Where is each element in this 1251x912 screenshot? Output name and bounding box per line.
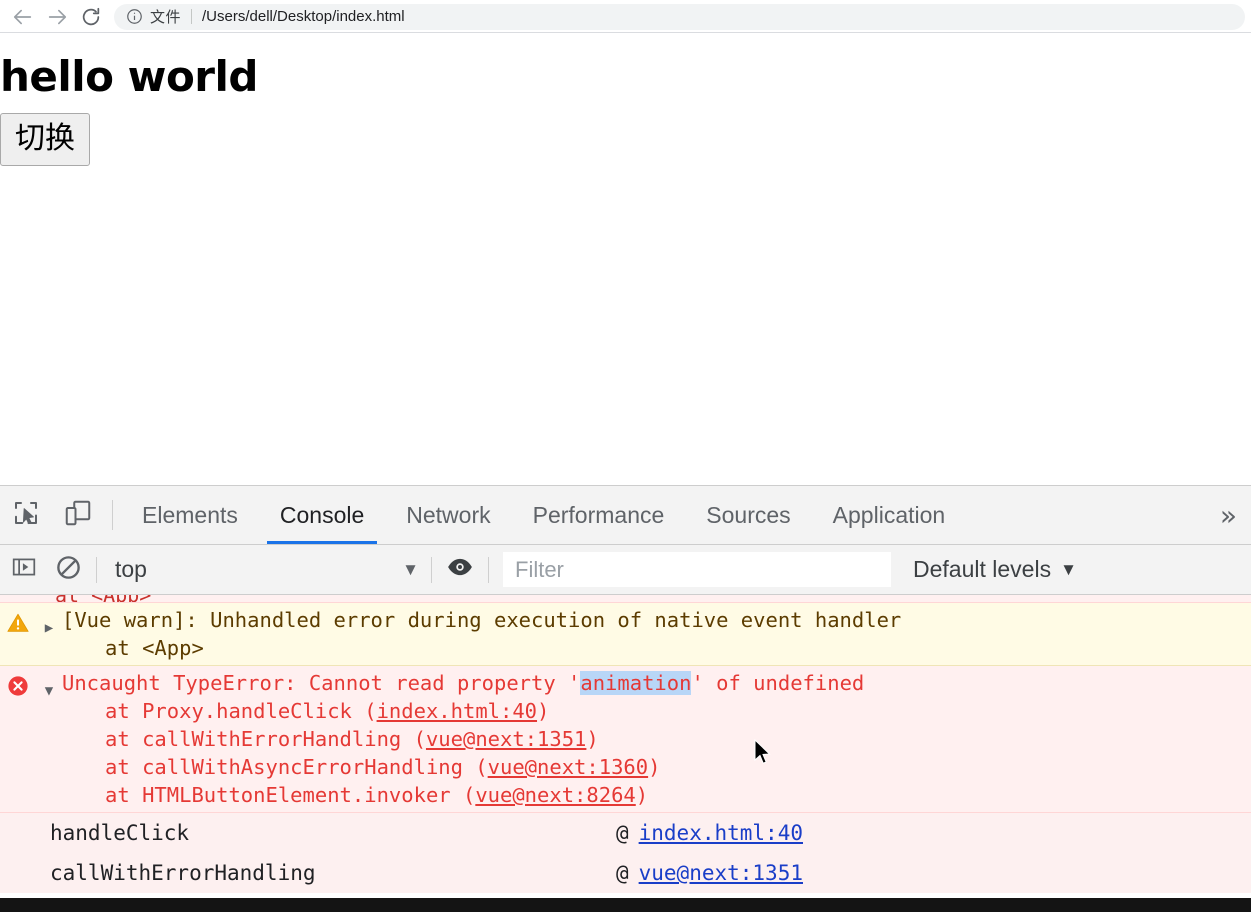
error-stack-line: at Proxy.handleClick (index.html:40) [62, 697, 1241, 725]
console-toolbar-divider-3 [488, 557, 489, 583]
forward-button[interactable] [40, 3, 74, 31]
log-levels-dropdown[interactable]: Default levels ▼ [913, 556, 1077, 583]
tab-performance[interactable]: Performance [512, 486, 686, 544]
stack-source-link[interactable]: vue@next:1351 [426, 727, 586, 751]
stack-frame-link[interactable]: vue@next:1351 [639, 859, 803, 887]
stack-source-link[interactable]: index.html:40 [377, 699, 537, 723]
stack-frame-location: @ vue@next:1351 [616, 859, 1251, 887]
error-stack-line: at callWithAsyncErrorHandling (vue@next:… [62, 753, 1241, 781]
devtools-panel: Elements Console Network Performance Sou… [0, 485, 1251, 912]
tab-label: Application [833, 502, 946, 529]
page-viewport: hello world 切换 [0, 33, 1251, 485]
omnibox-url-text: /Users/dell/Desktop/index.html [202, 8, 405, 25]
inspect-element-button[interactable] [0, 486, 52, 544]
stack-frame-list: handleClick @ index.html:40 callWithErro… [0, 813, 1251, 893]
tab-label: Elements [142, 502, 238, 529]
error-headline-highlight: animation [580, 671, 691, 695]
devtools-tabbar: Elements Console Network Performance Sou… [0, 486, 1251, 545]
tab-sources[interactable]: Sources [685, 486, 811, 544]
log-levels-value: Default levels [913, 556, 1051, 583]
stack-source-link[interactable]: vue@next:1360 [488, 755, 648, 779]
stack-prefix: at Proxy.handleClick ( [105, 699, 377, 723]
live-expression-eye-icon [446, 553, 474, 586]
error-headline-pre: Uncaught TypeError: Cannot read property… [62, 671, 580, 695]
omnibox-scheme-label: 文件 [150, 6, 181, 27]
stack-frame-link[interactable]: index.html:40 [639, 819, 803, 847]
stack-suffix: ) [537, 699, 549, 723]
tab-label: Network [406, 502, 490, 529]
bottom-edge-bar [0, 898, 1251, 912]
tab-network[interactable]: Network [385, 486, 511, 544]
execution-context-dropdown[interactable]: top ▼ [103, 556, 425, 583]
tab-label: Performance [533, 502, 665, 529]
stack-prefix: at HTMLButtonElement.invoker ( [105, 783, 475, 807]
stack-suffix: ) [648, 755, 660, 779]
tab-label: Console [280, 502, 364, 529]
console-sidebar-toggle-button[interactable] [2, 548, 46, 592]
console-toolbar-divider [96, 557, 97, 583]
info-circle-icon[interactable] [126, 8, 143, 25]
page-title: hello world [0, 55, 1251, 99]
arrow-right-icon [46, 6, 68, 28]
stack-suffix: ) [636, 783, 648, 807]
address-bar[interactable]: 文件 /Users/dell/Desktop/index.html [114, 4, 1245, 30]
stack-source-link[interactable]: vue@next:8264 [475, 783, 635, 807]
tab-elements[interactable]: Elements [121, 486, 259, 544]
clear-console-icon [55, 554, 82, 586]
collapse-arrow-icon[interactable]: ▼ [36, 669, 62, 705]
stack-prefix: at callWithAsyncErrorHandling ( [105, 755, 488, 779]
tabbar-divider [112, 500, 113, 530]
console-filter-input[interactable]: Filter [503, 552, 891, 587]
chevron-down-icon: ▼ [402, 560, 425, 580]
stack-frame-function: callWithErrorHandling [50, 859, 316, 887]
warning-message-body: [Vue warn]: Unhandled error during execu… [62, 606, 1251, 662]
console-sidebar-toggle-icon [11, 554, 37, 585]
clipped-message-text: at <App> [55, 595, 151, 603]
error-headline: Uncaught TypeError: Cannot read property… [62, 669, 1241, 697]
toggle-button[interactable]: 切换 [0, 113, 90, 166]
stack-frame-location: @ index.html:40 [616, 819, 1251, 847]
console-message-list[interactable]: at <App> ▶ [Vue warn]: Unhandled error d… [0, 595, 1251, 912]
tab-label: Sources [706, 502, 790, 529]
back-button[interactable] [6, 3, 40, 31]
tabs-overflow-button[interactable]: » [1206, 486, 1251, 544]
warning-triangle-icon [0, 606, 36, 635]
stack-frame-row[interactable]: handleClick @ index.html:40 [0, 813, 1251, 853]
expand-arrow-icon[interactable]: ▶ [36, 606, 62, 642]
at-symbol: @ [616, 819, 629, 847]
console-warning-message[interactable]: ▶ [Vue warn]: Unhandled error during exe… [0, 603, 1251, 666]
error-stack-line: at HTMLButtonElement.invoker (vue@next:8… [62, 781, 1241, 809]
error-message-body: Uncaught TypeError: Cannot read property… [62, 669, 1251, 809]
reload-button[interactable] [74, 3, 108, 31]
stack-frame-function: handleClick [50, 819, 189, 847]
at-symbol: @ [616, 859, 629, 887]
clear-console-button[interactable] [46, 548, 90, 592]
stack-suffix: ) [586, 727, 598, 751]
live-expression-button[interactable] [438, 548, 482, 592]
reload-icon [80, 6, 102, 28]
warning-line-2: at <App> [62, 634, 1241, 662]
clipped-message-row: at <App> [0, 595, 1251, 603]
console-error-message[interactable]: ▼ Uncaught TypeError: Cannot read proper… [0, 666, 1251, 813]
error-headline-post: ' of undefined [691, 671, 864, 695]
error-stack-line: at callWithErrorHandling (vue@next:1351) [62, 725, 1241, 753]
device-toolbar-button[interactable] [52, 486, 104, 544]
stack-frame-row[interactable]: callWithErrorHandling @ vue@next:1351 [0, 853, 1251, 893]
stack-prefix: at callWithErrorHandling ( [105, 727, 426, 751]
tab-application[interactable]: Application [812, 486, 967, 544]
arrow-left-icon [12, 6, 34, 28]
execution-context-value: top [115, 556, 147, 583]
inspect-element-icon [11, 498, 41, 533]
device-toolbar-icon [63, 498, 93, 533]
omnibox-divider [191, 9, 192, 24]
chevron-down-icon: ▼ [1060, 560, 1077, 580]
console-toolbar-divider-2 [431, 557, 432, 583]
console-toolbar: top ▼ Filter Default levels ▼ [0, 545, 1251, 595]
warning-line-1: [Vue warn]: Unhandled error during execu… [62, 606, 1241, 634]
error-circle-icon [0, 669, 36, 698]
browser-toolbar: 文件 /Users/dell/Desktop/index.html [0, 0, 1251, 33]
tab-console[interactable]: Console [259, 486, 385, 544]
